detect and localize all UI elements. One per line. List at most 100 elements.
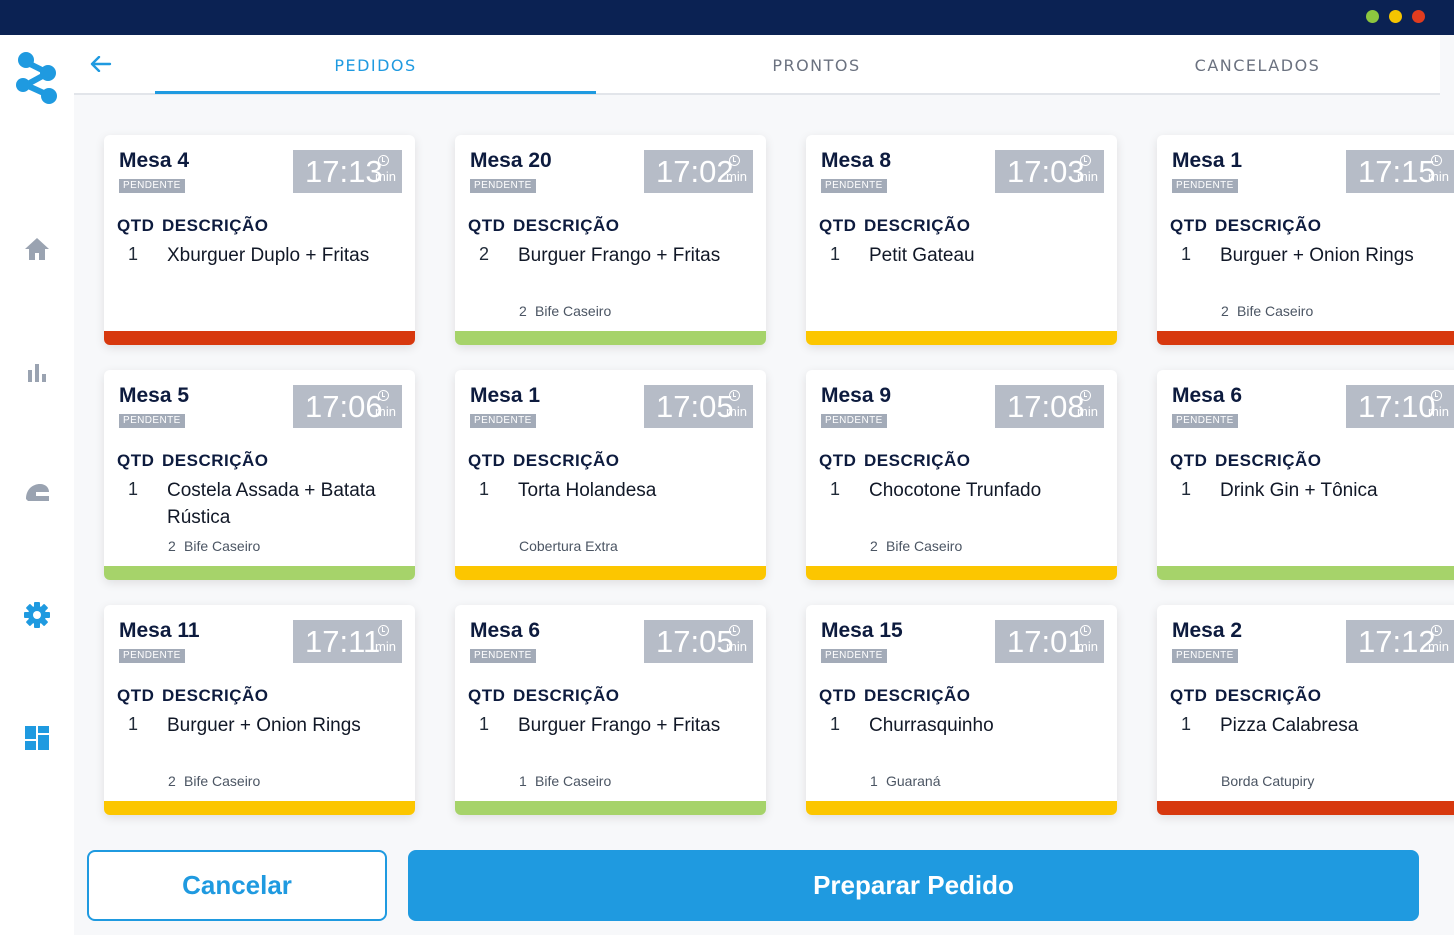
order-time: 17:10 min: [1346, 385, 1454, 428]
order-table-title: Mesa 11: [119, 619, 200, 642]
order-card[interactable]: Mesa 11 PENDENTE 17:11 min QTD DESCRIÇÃO 1 Burg…: [104, 605, 415, 815]
dashboard-icon[interactable]: [20, 721, 54, 755]
order-table-title: Mesa 6: [1172, 384, 1243, 407]
order-card[interactable]: Mesa 1 PENDENTE 17:05 min QTD DESCRIÇÃO 1 Torta…: [455, 370, 766, 580]
order-card[interactable]: Mesa 4 PENDENTE 17:13 min QTD DESCRIÇÃO 1 Xburg…: [104, 135, 415, 345]
extra-quantity: 2: [168, 538, 176, 554]
extra-description: Bife Caseiro: [535, 303, 612, 319]
sidebar: [0, 35, 74, 935]
delivery-helmet-icon[interactable]: [20, 476, 54, 510]
status-badge: PENDENTE: [470, 414, 536, 428]
extra-description: Bife Caseiro: [184, 538, 261, 554]
clock-icon: [1431, 625, 1442, 636]
extra-description: Bife Caseiro: [535, 773, 612, 789]
qty-column-header: QTD: [117, 686, 155, 705]
order-card[interactable]: Mesa 6 PENDENTE 17:05 min QTD DESCRIÇÃO 1 Burgu…: [455, 605, 766, 815]
tab-prontos[interactable]: PRONTOS: [596, 35, 1037, 95]
order-time-unit: min: [1077, 639, 1098, 654]
order-time-unit: min: [375, 404, 396, 419]
status-badge: PENDENTE: [821, 179, 887, 193]
order-time: 17:12 min: [1346, 620, 1454, 663]
qty-column-header: QTD: [1170, 451, 1208, 470]
gear-icon[interactable]: [20, 598, 54, 632]
order-time-value: 17:01: [1007, 624, 1085, 659]
order-time: 17:02 min: [644, 150, 753, 193]
cancel-button[interactable]: Cancelar: [87, 850, 387, 921]
extra-quantity: 1: [870, 773, 878, 789]
order-time-value: 17:12: [1358, 624, 1436, 659]
window-control-yellow[interactable]: [1389, 10, 1402, 23]
status-color-bar: [806, 566, 1117, 580]
item-description: Burguer + Onion Rings: [1220, 245, 1414, 266]
status-badge: PENDENTE: [119, 414, 185, 428]
item-quantity: 1: [830, 244, 841, 264]
tab-pedidos[interactable]: PEDIDOS: [155, 35, 596, 95]
order-table-title: Mesa 9: [821, 384, 892, 407]
order-time: 17:05 min: [644, 385, 753, 428]
description-column-header: DESCRIÇÃO: [1215, 216, 1322, 235]
order-card[interactable]: Mesa 5 PENDENTE 17:06 min QTD DESCRIÇÃO 1 Coste…: [104, 370, 415, 580]
item-quantity: 1: [479, 479, 490, 499]
status-color-bar: [104, 566, 415, 580]
clock-icon: [729, 390, 740, 401]
item-quantity: 1: [1181, 244, 1192, 264]
order-table-title: Mesa 8: [821, 149, 892, 172]
item-quantity: 1: [830, 714, 841, 734]
order-time: 17:01 min: [995, 620, 1104, 663]
extra-description: Guaraná: [886, 773, 941, 789]
item-description: Pizza Calabresa: [1220, 715, 1359, 736]
status-badge: PENDENTE: [821, 414, 887, 428]
order-time-unit: min: [375, 639, 396, 654]
order-time-value: 17:05: [656, 389, 734, 424]
order-time: 17:06 min: [293, 385, 402, 428]
window-control-green[interactable]: [1366, 10, 1379, 23]
order-card[interactable]: Mesa 15 PENDENTE 17:01 min QTD DESCRIÇÃO 1 Chur…: [806, 605, 1117, 815]
order-time-unit: min: [1428, 404, 1449, 419]
description-column-header: DESCRIÇÃO: [162, 216, 269, 235]
description-column-header: DESCRIÇÃO: [1215, 686, 1322, 705]
order-card[interactable]: Mesa 20 PENDENTE 17:02 min QTD DESCRIÇÃO 2 Burg…: [455, 135, 766, 345]
qty-column-header: QTD: [117, 216, 155, 235]
order-time-value: 17:02: [656, 154, 734, 189]
order-card[interactable]: Mesa 2 PENDENTE 17:12 min QTD DESCRIÇÃO 1 Pizza…: [1157, 605, 1454, 815]
bar-chart-icon[interactable]: [20, 355, 54, 389]
description-column-header: DESCRIÇÃO: [513, 216, 620, 235]
status-color-bar: [455, 566, 766, 580]
qty-column-header: QTD: [1170, 216, 1208, 235]
order-time-value: 17:11: [305, 624, 381, 659]
order-card[interactable]: Mesa 6 PENDENTE 17:10 min QTD DESCRIÇÃO 1 Drink…: [1157, 370, 1454, 580]
order-card[interactable]: Mesa 9 PENDENTE 17:08 min QTD DESCRIÇÃO 1 Choco…: [806, 370, 1117, 580]
item-quantity: 1: [830, 479, 841, 499]
window-control-red[interactable]: [1412, 10, 1425, 23]
order-card[interactable]: Mesa 1 PENDENTE 17:15 min QTD DESCRIÇÃO 1 Burgu…: [1157, 135, 1454, 345]
status-color-bar: [455, 331, 766, 345]
status-color-bar: [104, 801, 415, 815]
status-badge: PENDENTE: [1172, 649, 1238, 663]
tab-cancelados[interactable]: CANCELADOS: [1037, 35, 1454, 95]
clock-icon: [1431, 390, 1442, 401]
clock-icon: [1080, 390, 1091, 401]
order-table-title: Mesa 6: [470, 619, 541, 642]
title-bar: [0, 0, 1454, 35]
description-column-header: DESCRIÇÃO: [162, 686, 269, 705]
order-card[interactable]: Mesa 8 PENDENTE 17:03 min QTD DESCRIÇÃO 1 Petit…: [806, 135, 1117, 345]
qty-column-header: QTD: [468, 451, 506, 470]
qty-column-header: QTD: [468, 686, 506, 705]
status-color-bar: [1157, 566, 1454, 580]
order-time: 17:11 min: [293, 620, 402, 663]
qty-column-header: QTD: [819, 451, 857, 470]
home-icon[interactable]: [20, 232, 54, 266]
description-column-header: DESCRIÇÃO: [513, 686, 620, 705]
extra-description: Cobertura Extra: [519, 538, 618, 554]
extra-quantity: 2: [168, 773, 176, 789]
item-quantity: 1: [128, 479, 139, 499]
order-time-value: 17:03: [1007, 154, 1085, 189]
order-time-unit: min: [726, 639, 747, 654]
arrow-left-icon[interactable]: [88, 51, 114, 77]
item-description: Burguer Frango + Fritas: [518, 715, 721, 736]
prepare-order-button[interactable]: Preparar Pedido: [408, 850, 1419, 921]
order-time-value: 17:13: [305, 154, 383, 189]
item-description: Churrasquinho: [869, 715, 994, 736]
clock-icon: [1431, 155, 1442, 166]
network-logo-icon[interactable]: [12, 45, 62, 107]
